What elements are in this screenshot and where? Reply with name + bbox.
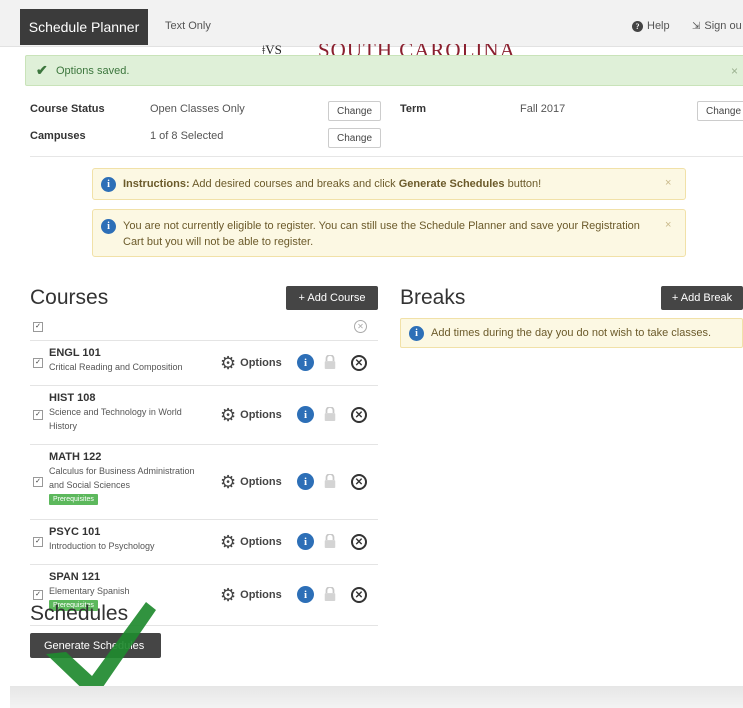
lock-icon[interactable] [323, 355, 337, 369]
gear-icon: ⚙ [220, 353, 237, 373]
course-info-icon[interactable]: i [297, 406, 314, 423]
breaks-info-text: Add times during the day you do not wish… [431, 327, 712, 339]
bottom-bar [10, 686, 743, 708]
instructions-text: Instructions: Add desired courses and br… [123, 178, 542, 190]
course-info-icon[interactable]: i [297, 473, 314, 490]
lock-icon[interactable] [323, 534, 337, 548]
eligibility-close-icon[interactable]: × [665, 219, 671, 231]
campuses-change-button[interactable]: Change [328, 128, 382, 148]
course-title-line: Calculus for Business Administration [49, 466, 195, 476]
breaks-info-box: i Add times during the day you do not wi… [400, 318, 743, 348]
eligibility-warning-box: i You are not currently eligible to regi… [92, 209, 686, 257]
course-checkbox[interactable]: ✓ [33, 477, 43, 487]
course-options-button[interactable]: ⚙ Options [220, 586, 282, 604]
brand-schedule-planner[interactable]: Schedule Planner [20, 9, 148, 45]
breaks-heading: Breaks [400, 286, 466, 309]
remove-course-icon[interactable]: ✕ [351, 355, 367, 371]
remove-course-icon[interactable]: ✕ [351, 407, 367, 423]
remove-course-icon[interactable]: ✕ [351, 534, 367, 550]
options-label: Options [240, 476, 282, 488]
checkmark-icon: ✔ [36, 62, 48, 78]
add-break-button[interactable]: + Add Break [661, 286, 743, 310]
course-checkbox[interactable]: ✓ [33, 410, 43, 420]
course-title-line: and Social Sciences [49, 480, 131, 490]
course-title-line: Critical Reading and Composition [49, 362, 183, 372]
instructions-box: i Instructions: Add desired courses and … [92, 168, 686, 200]
course-row: ✓ PSYC 101 Introduction to Psychology ⚙ Opti… [30, 520, 378, 564]
sign-out-link[interactable]: ⇲ Sign ou [692, 20, 742, 32]
course-options-button[interactable]: ⚙ Options [220, 533, 282, 551]
course-status-label: Course Status [30, 103, 105, 115]
gear-icon: ⚙ [220, 585, 237, 605]
course-title-line: Science and Technology in World [49, 407, 182, 417]
term-value: Fall 2017 [520, 103, 566, 115]
alert-close-icon[interactable]: × [731, 64, 738, 78]
course-options-button[interactable]: ⚙ Options [220, 354, 282, 372]
lock-icon[interactable] [323, 474, 337, 488]
course-info-icon[interactable]: i [297, 586, 314, 603]
options-label: Options [240, 589, 282, 601]
info-icon: i [101, 219, 116, 234]
course-row: ✓ ENGL 101 Critical Reading and Compositio… [30, 341, 378, 385]
options-label: Options [240, 409, 282, 421]
info-icon: i [101, 177, 116, 192]
term-change-button[interactable]: Change [697, 101, 743, 121]
lock-icon[interactable] [323, 587, 337, 601]
divider [30, 156, 743, 157]
options-saved-alert: ✔ Options saved. × [25, 55, 743, 86]
text-only-link[interactable]: Text Only [165, 20, 211, 32]
options-label: Options [240, 536, 282, 548]
course-title-line: Introduction to Psychology [49, 541, 155, 551]
course-status-value: Open Classes Only [150, 103, 245, 115]
eligibility-line-2: Cart but you will not be able to registe… [123, 236, 314, 248]
course-info-icon[interactable]: i [297, 533, 314, 550]
courses-heading: Courses [30, 286, 109, 309]
course-code: SPAN 121 [49, 571, 101, 583]
course-checkbox[interactable]: ✓ [33, 358, 43, 368]
gear-icon: ⚙ [220, 472, 237, 492]
course-code: MATH 122 [49, 451, 102, 463]
gear-icon: ⚙ [220, 532, 237, 552]
question-icon: ? [632, 20, 643, 32]
term-label: Term [400, 103, 427, 115]
course-options-button[interactable]: ⚙ Options [220, 473, 282, 491]
instructions-close-icon[interactable]: × [665, 177, 671, 189]
alert-message: Options saved. [56, 65, 130, 77]
lock-icon[interactable] [323, 407, 337, 421]
course-row: ✓ MATH 122 Calculus for Business Administr… [30, 445, 378, 519]
course-code: ENGL 101 [49, 347, 101, 359]
course-row: ✓ HIST 108 Science and Technology in World… [30, 386, 378, 444]
prerequisites-badge[interactable]: Prerequisites [49, 494, 98, 505]
course-code: HIST 108 [49, 392, 96, 404]
remove-all-icon[interactable]: ✕ [354, 320, 367, 333]
course-title-line: History [49, 421, 78, 431]
campuses-value: 1 of 8 Selected [150, 130, 224, 142]
course-info-icon[interactable]: i [297, 354, 314, 371]
options-label: Options [240, 357, 282, 369]
help-link[interactable]: ? Help [632, 20, 670, 32]
select-all-checkbox[interactable]: ✓ [33, 322, 43, 332]
course-code: PSYC 101 [49, 526, 101, 538]
campuses-label: Campuses [30, 130, 86, 142]
add-course-button[interactable]: + Add Course [286, 286, 378, 310]
remove-course-icon[interactable]: ✕ [351, 474, 367, 490]
course-options-button[interactable]: ⚙ Options [220, 406, 282, 424]
eligibility-line-1: You are not currently eligible to regist… [123, 220, 640, 232]
info-icon: i [409, 326, 424, 341]
remove-course-icon[interactable]: ✕ [351, 587, 367, 603]
course-status-change-button[interactable]: Change [328, 101, 382, 121]
course-checkbox[interactable]: ✓ [33, 537, 43, 547]
gear-icon: ⚙ [220, 405, 237, 425]
sign-out-icon: ⇲ [692, 20, 701, 32]
